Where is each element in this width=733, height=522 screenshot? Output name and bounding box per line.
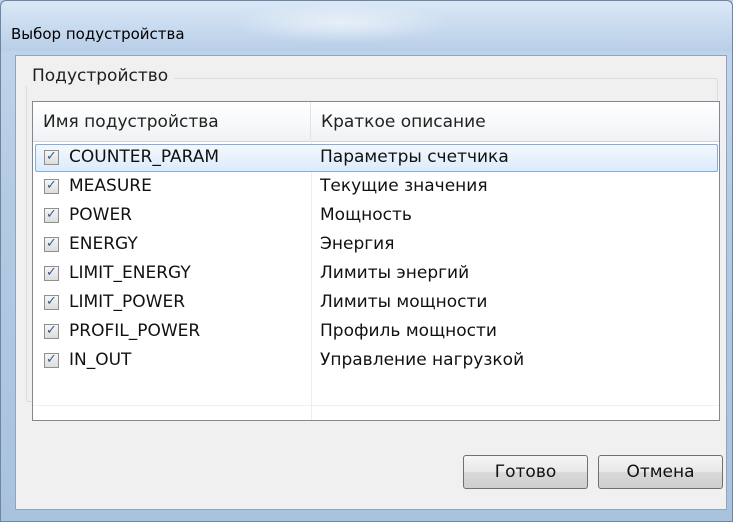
- cancel-button[interactable]: Отмена: [598, 455, 723, 489]
- column-header-name[interactable]: Имя подустройства: [33, 102, 311, 142]
- subdevice-name: MEASURE: [69, 176, 152, 196]
- checkbox-checked-icon[interactable]: ✓: [44, 352, 59, 368]
- checkmark-icon: ✓: [46, 323, 57, 338]
- checkmark-icon: ✓: [46, 236, 57, 251]
- subdevice-description: Лимиты энергий: [320, 263, 470, 283]
- subdevice-name: COUNTER_PARAM: [69, 147, 220, 167]
- subdevice-description: Параметры счетчика: [320, 147, 509, 167]
- subdevice-description: Мощность: [320, 205, 412, 225]
- subdevice-name: POWER: [69, 205, 132, 225]
- list-item[interactable]: ✓ MEASURE Текущие значения: [33, 172, 719, 201]
- window-title: Выбор подустройства: [11, 25, 185, 43]
- column-header-description[interactable]: Краткое описание: [311, 102, 719, 142]
- list-item[interactable]: ✓ COUNTER_PARAM Параметры счетчика: [33, 143, 719, 172]
- checkbox-checked-icon[interactable]: ✓: [44, 178, 59, 194]
- list-item[interactable]: ✓ LIMIT_ENERGY Лимиты энергий: [33, 259, 719, 288]
- checkmark-icon: ✓: [46, 294, 57, 309]
- list-item[interactable]: ✓ ENERGY Энергия: [33, 230, 719, 259]
- checkbox-checked-icon[interactable]: ✓: [44, 149, 59, 165]
- list-item[interactable]: ✓ PROFIL_POWER Профиль мощности: [33, 317, 719, 346]
- done-button[interactable]: Готово: [463, 455, 588, 489]
- checkmark-icon: ✓: [46, 149, 57, 164]
- title-bar-glow: [231, 3, 451, 43]
- title-bar[interactable]: Выбор подустройства: [1, 1, 732, 51]
- checkmark-icon: ✓: [46, 352, 57, 367]
- list-header: Имя подустройства Краткое описание: [33, 102, 719, 142]
- subdevice-description: Профиль мощности: [320, 321, 497, 341]
- list-item[interactable]: ✓ LIMIT_POWER Лимиты мощности: [33, 288, 719, 317]
- subdevice-name: LIMIT_POWER: [69, 292, 186, 312]
- checkbox-checked-icon[interactable]: ✓: [44, 207, 59, 223]
- list-item[interactable]: ✓ POWER Мощность: [33, 201, 719, 230]
- subdevice-description: Управление нагрузкой: [320, 350, 525, 370]
- checkbox-checked-icon[interactable]: ✓: [44, 236, 59, 252]
- subdevice-name: IN_OUT: [69, 350, 132, 370]
- dialog-window: Выбор подустройства Подустройство Имя по…: [0, 0, 733, 522]
- subdevice-description: Энергия: [320, 234, 395, 254]
- subdevice-list[interactable]: Имя подустройства Краткое описание ✓ COUN…: [32, 101, 720, 421]
- subdevice-name: LIMIT_ENERGY: [69, 263, 191, 283]
- checkbox-checked-icon[interactable]: ✓: [44, 294, 59, 310]
- row-separator: [33, 405, 719, 406]
- checkmark-icon: ✓: [46, 207, 57, 222]
- checkmark-icon: ✓: [46, 178, 57, 193]
- group-box-legend: Подустройство: [26, 66, 175, 86]
- subdevice-name: PROFIL_POWER: [69, 321, 201, 341]
- checkbox-checked-icon[interactable]: ✓: [44, 323, 59, 339]
- checkmark-icon: ✓: [46, 265, 57, 280]
- list-item[interactable]: ✓ IN_OUT Управление нагрузкой: [33, 346, 719, 375]
- dialog-client-area: Подустройство Имя подустройства Краткое …: [15, 55, 727, 510]
- subdevice-description: Лимиты мощности: [320, 292, 488, 312]
- subdevice-description: Текущие значения: [320, 176, 488, 196]
- subdevice-name: ENERGY: [69, 234, 138, 254]
- checkbox-checked-icon[interactable]: ✓: [44, 265, 59, 281]
